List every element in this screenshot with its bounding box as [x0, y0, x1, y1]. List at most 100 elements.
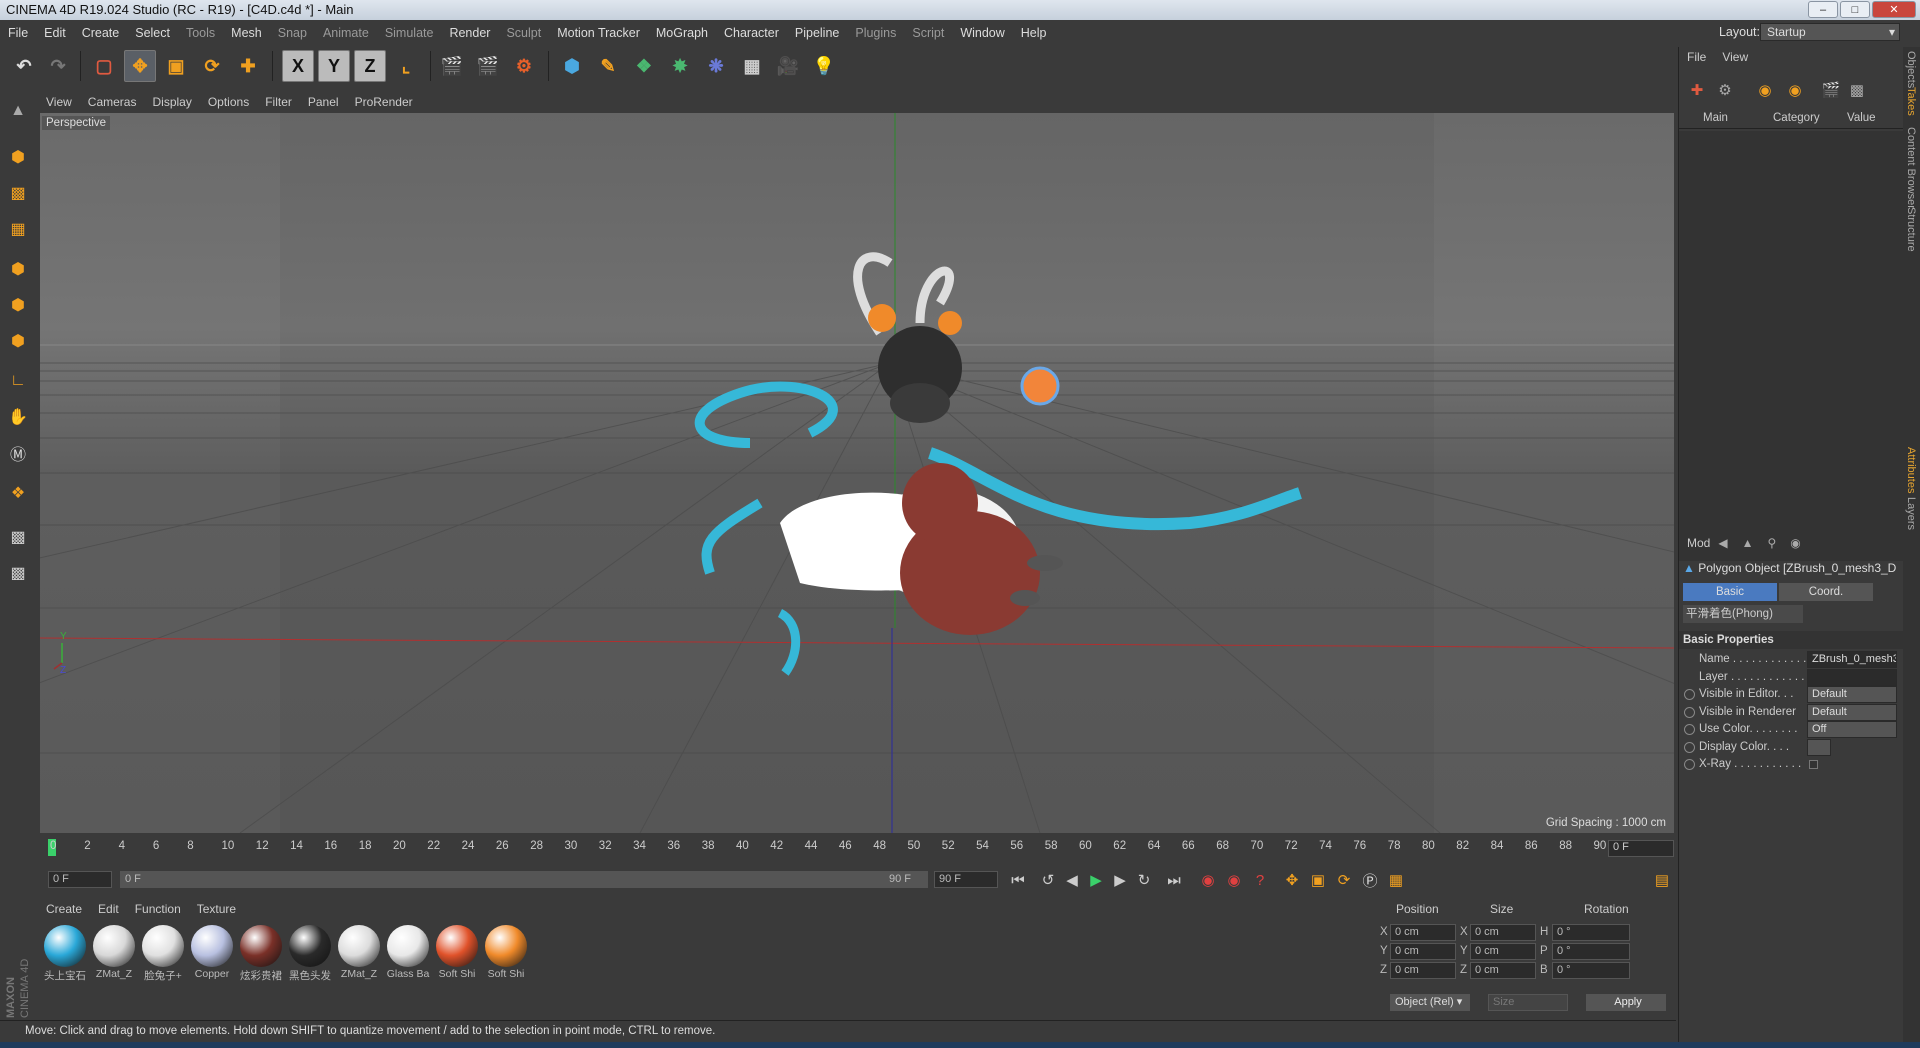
current-frame-field[interactable]: 0 F [1608, 840, 1674, 857]
end-frame-field[interactable]: 90 F [934, 871, 998, 888]
x-axis-lock-icon[interactable]: X [282, 50, 314, 82]
menu-plugins[interactable]: Plugins [847, 26, 904, 40]
render-tag-icon[interactable]: ◉ [1783, 78, 1807, 102]
material-swatch[interactable]: 头上宝石 [42, 924, 88, 984]
record-active-icon[interactable]: ◉ [1196, 868, 1220, 892]
render-view-icon[interactable]: 🎬 [436, 50, 468, 82]
model-mode-icon[interactable]: ⬢ [3, 142, 33, 172]
coord-size-field[interactable]: 0 cm [1470, 924, 1536, 941]
minimize-button[interactable]: – [1808, 1, 1838, 18]
keyframe-selection-icon[interactable]: ? [1248, 868, 1272, 892]
mograph-cloner-icon[interactable]: ✸ [664, 50, 696, 82]
floor-icon[interactable]: ▦ [736, 50, 768, 82]
go-to-end-icon[interactable]: ⏭ [1162, 868, 1186, 892]
viewport-menu-cameras[interactable]: Cameras [80, 95, 145, 109]
maximize-button[interactable]: □ [1840, 1, 1870, 18]
property-value[interactable]: Default [1807, 703, 1897, 721]
coord-rot-field[interactable]: 0 ° [1552, 943, 1630, 960]
subdivision-icon[interactable]: ❖ [628, 50, 660, 82]
coord-size-field[interactable]: 0 cm [1470, 962, 1536, 979]
object-menu-file[interactable]: File [1679, 50, 1714, 64]
solo-mode-icon[interactable]: Ⓜ [3, 438, 33, 468]
menu-snap[interactable]: Snap [270, 26, 315, 40]
menu-motion-tracker[interactable]: Motion Tracker [549, 26, 648, 40]
texture-mode-icon[interactable]: ▩ [3, 178, 33, 208]
timeline-layout-icon[interactable]: ▤ [1650, 868, 1674, 892]
viewport-menu-panel[interactable]: Panel [300, 95, 347, 109]
record-position-icon[interactable]: ✥ [1280, 868, 1304, 892]
side-tab-content-browser[interactable]: Content Browser [1905, 127, 1917, 209]
next-key-icon[interactable]: ↻ [1132, 868, 1156, 892]
menu-render[interactable]: Render [441, 26, 498, 40]
animate-radio-icon[interactable] [1684, 741, 1695, 753]
side-tab-takes[interactable]: Takes [1905, 87, 1917, 116]
tab-basic[interactable]: Basic [1683, 583, 1777, 601]
rotate-tool-icon[interactable]: ⟳ [196, 50, 228, 82]
planar-workplane-icon[interactable]: ▩ [3, 558, 33, 588]
menu-mesh[interactable]: Mesh [223, 26, 270, 40]
autokey-icon[interactable]: ◉ [1222, 868, 1246, 892]
go-to-start-icon[interactable]: ⏮ [1006, 868, 1030, 892]
menu-sculpt[interactable]: Sculpt [498, 26, 549, 40]
redo-icon[interactable]: ↷ [42, 50, 74, 82]
apply-button[interactable]: Apply [1586, 994, 1666, 1011]
menu-create[interactable]: Create [74, 26, 128, 40]
material-swatch[interactable]: Copper [189, 924, 235, 984]
viewport-menu-options[interactable]: Options [200, 95, 257, 109]
material-menu-texture[interactable]: Texture [189, 902, 244, 916]
animate-radio-icon[interactable] [1684, 706, 1695, 718]
polygons-mode-icon[interactable]: ⬢ [3, 326, 33, 356]
tab-coord[interactable]: Coord. [1779, 583, 1873, 601]
light-icon[interactable]: 💡 [808, 50, 840, 82]
material-swatch[interactable]: Glass Ba [385, 924, 431, 984]
snap-icon[interactable]: ❖ [3, 478, 33, 508]
play-icon[interactable]: ▶ [1084, 868, 1108, 892]
layer-icon[interactable]: ◉ [1753, 78, 1777, 102]
xray-checkbox[interactable] [1809, 760, 1818, 769]
viewport-menu-view[interactable]: View [38, 95, 80, 109]
material-swatch[interactable]: ZMat_Z [91, 924, 137, 984]
material-menu-create[interactable]: Create [38, 902, 90, 916]
viewport-menu-prorender[interactable]: ProRender [347, 95, 421, 109]
add-tag-icon[interactable]: ✚ [1685, 78, 1709, 102]
viewport-menu-filter[interactable]: Filter [257, 95, 300, 109]
undo-icon[interactable]: ↶ [8, 50, 40, 82]
display-tag-icon[interactable]: ▩ [1845, 78, 1869, 102]
coordinate-system-icon[interactable]: ⌞ [390, 50, 422, 82]
animate-radio-icon[interactable] [1684, 724, 1695, 735]
menu-simulate[interactable]: Simulate [377, 26, 442, 40]
property-value[interactable]: Off [1807, 721, 1897, 738]
scale-tool-icon[interactable]: ▣ [160, 50, 192, 82]
menu-edit[interactable]: Edit [36, 26, 74, 40]
pen-spline-icon[interactable]: ✎ [592, 50, 624, 82]
material-swatch[interactable]: Soft Shi [434, 924, 480, 984]
size-mode-select[interactable]: Size [1488, 994, 1568, 1011]
menu-tools[interactable]: Tools [178, 26, 223, 40]
timeline-ruler[interactable]: 0 2 4 6 8 10 12 14 16 18 20 22 24 26 28 30 32 34 36 38 40 42 4… [40, 836, 1674, 860]
layout-select[interactable]: Startup ▾ [1760, 23, 1900, 41]
lock-workplane-icon[interactable]: ▩ [3, 522, 33, 552]
record-scale-icon[interactable]: ▣ [1306, 868, 1330, 892]
property-value[interactable] [1807, 668, 1897, 686]
deformer-icon[interactable]: ❋ [700, 50, 732, 82]
coord-pos-field[interactable]: 0 cm [1390, 924, 1456, 941]
filter-icon[interactable]: ⚙ [1713, 78, 1737, 102]
object-list-area[interactable] [1679, 131, 1903, 561]
previous-key-icon[interactable]: ↺ [1036, 868, 1060, 892]
menu-script[interactable]: Script [904, 26, 952, 40]
make-editable-icon[interactable]: ▲ [3, 96, 33, 126]
viewport-menu-display[interactable]: Display [144, 95, 199, 109]
coord-rot-field[interactable]: 0 ° [1552, 962, 1630, 979]
lock-icon[interactable]: ◉ [1790, 536, 1800, 550]
material-swatch[interactable]: Soft Shi [483, 924, 529, 984]
y-axis-lock-icon[interactable]: Y [318, 50, 350, 82]
workplane-icon[interactable]: ▦ [3, 214, 33, 244]
side-tab-layers[interactable]: Layers [1905, 497, 1917, 530]
record-rotation-icon[interactable]: ⟳ [1332, 868, 1356, 892]
perspective-viewport[interactable]: Y Z Perspective Grid Spacing : 1000 cm [40, 113, 1674, 833]
last-tool-icon[interactable]: ✚ [232, 50, 264, 82]
start-frame-field[interactable]: 0 F [48, 871, 112, 888]
menu-pipeline[interactable]: Pipeline [787, 26, 847, 40]
coord-pos-field[interactable]: 0 cm [1390, 962, 1456, 979]
material-swatch[interactable]: 黑色头发 [287, 924, 333, 984]
